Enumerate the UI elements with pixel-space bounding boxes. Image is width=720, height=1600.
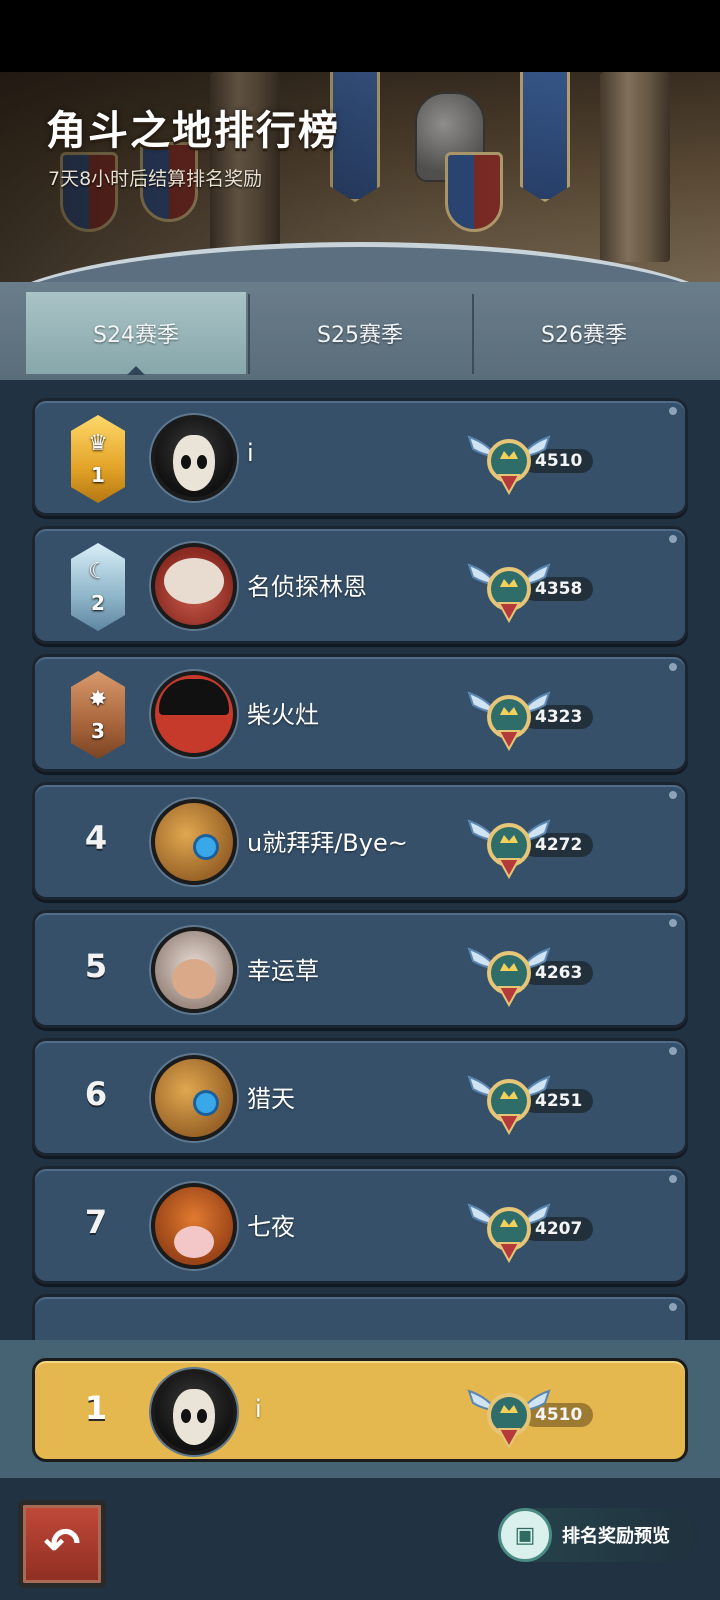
player-name: 柴火灶: [247, 701, 319, 729]
settlement-countdown: 7天8小时后结算排名奖励: [48, 168, 263, 190]
season-tabs: S24赛季 S25赛季 S26赛季: [0, 282, 720, 380]
rank-number: 2: [91, 591, 105, 615]
score-badge: 4358: [463, 547, 613, 627]
rank-number: 3: [91, 719, 105, 743]
rank-number: 1: [91, 463, 105, 487]
leaderboard-row[interactable]: ☾ 2 名侦探林恩 4358: [32, 526, 688, 644]
silver-medal-icon: ☾ 2: [71, 543, 125, 631]
tab-s25[interactable]: S25赛季: [250, 292, 470, 374]
score-badge: 4263: [463, 931, 613, 1011]
tab-s26[interactable]: S26赛季: [474, 292, 694, 374]
my-score-badge: 4510: [463, 1373, 613, 1453]
winged-rank-emblem-icon: [467, 1075, 551, 1136]
avatar[interactable]: [151, 415, 237, 501]
score-badge: 4251: [463, 1059, 613, 1139]
winged-rank-emblem-icon: [467, 563, 551, 624]
back-arrow-icon: ↶: [43, 1518, 81, 1570]
leaderboard-row[interactable]: 4 u就拜拜/Bye~ 4272: [32, 782, 688, 900]
moon-icon: ☾: [88, 559, 108, 584]
leaderboard-list[interactable]: ♛ 1 i 4510 ☾ 2 名侦探林恩 4358 ✸ 3 柴火灶 4323 4…: [0, 380, 720, 1340]
footer: ↶ ▣ 排名奖励预览: [0, 1478, 720, 1600]
avatar[interactable]: [151, 1183, 237, 1269]
leaderboard-row[interactable]: 7 七夜 4207: [32, 1166, 688, 1284]
rank-number: 4: [84, 819, 108, 857]
winged-rank-emblem-icon: [467, 691, 551, 752]
player-name: u就拜拜/Bye~: [247, 829, 408, 857]
winged-rank-emblem-icon: [467, 435, 551, 496]
rank-number: 6: [84, 1075, 108, 1113]
my-rank-row[interactable]: 1 i 4510: [32, 1358, 688, 1462]
player-name: 名侦探林恩: [247, 573, 367, 601]
player-name: 猎天: [247, 1085, 295, 1113]
my-rank-number: 1: [84, 1389, 108, 1427]
reward-preview-button[interactable]: ▣ 排名奖励预览: [498, 1508, 698, 1562]
my-avatar[interactable]: [151, 1369, 237, 1455]
star-burst-icon: ✸: [88, 687, 108, 712]
rank-number: 7: [84, 1203, 108, 1241]
avatar[interactable]: [151, 799, 237, 885]
reward-preview-label: 排名奖励预览: [562, 1526, 670, 1547]
treasure-chest-icon: ▣: [498, 1508, 552, 1562]
avatar[interactable]: [151, 671, 237, 757]
avatar[interactable]: [151, 927, 237, 1013]
gold-medal-icon: ♛ 1: [71, 415, 125, 503]
avatar[interactable]: [151, 1055, 237, 1141]
my-player-name: i: [255, 1395, 262, 1423]
winged-rank-emblem-icon: [467, 1389, 551, 1450]
score-badge: 4323: [463, 675, 613, 755]
my-rank-bar: 1 i 4510: [0, 1340, 720, 1478]
winged-rank-emblem-icon: [467, 819, 551, 880]
tab-s24[interactable]: S24赛季: [26, 292, 246, 375]
rank-number: 5: [84, 947, 108, 985]
player-name: 幸运草: [247, 957, 319, 985]
page-title: 角斗之地排行榜: [46, 108, 340, 154]
winged-rank-emblem-icon: [467, 947, 551, 1008]
crown-icon: ♛: [88, 431, 108, 456]
back-button[interactable]: ↶: [18, 1500, 106, 1588]
player-name: i: [247, 439, 254, 467]
header-banner: 角斗之地排行榜 7天8小时后结算排名奖励: [0, 72, 720, 282]
leaderboard-row[interactable]: [32, 1294, 688, 1340]
player-name: 七夜: [247, 1213, 295, 1241]
status-bar: [0, 0, 720, 72]
leaderboard-row[interactable]: 5 幸运草 4263: [32, 910, 688, 1028]
score-badge: 4510: [463, 419, 613, 499]
leaderboard-row[interactable]: ✸ 3 柴火灶 4323: [32, 654, 688, 772]
bronze-medal-icon: ✸ 3: [71, 671, 125, 759]
score-badge: 4207: [463, 1187, 613, 1267]
winged-rank-emblem-icon: [467, 1203, 551, 1264]
leaderboard-row[interactable]: ♛ 1 i 4510: [32, 398, 688, 516]
avatar[interactable]: [151, 543, 237, 629]
score-badge: 4272: [463, 803, 613, 883]
leaderboard-row[interactable]: 6 猎天 4251: [32, 1038, 688, 1156]
